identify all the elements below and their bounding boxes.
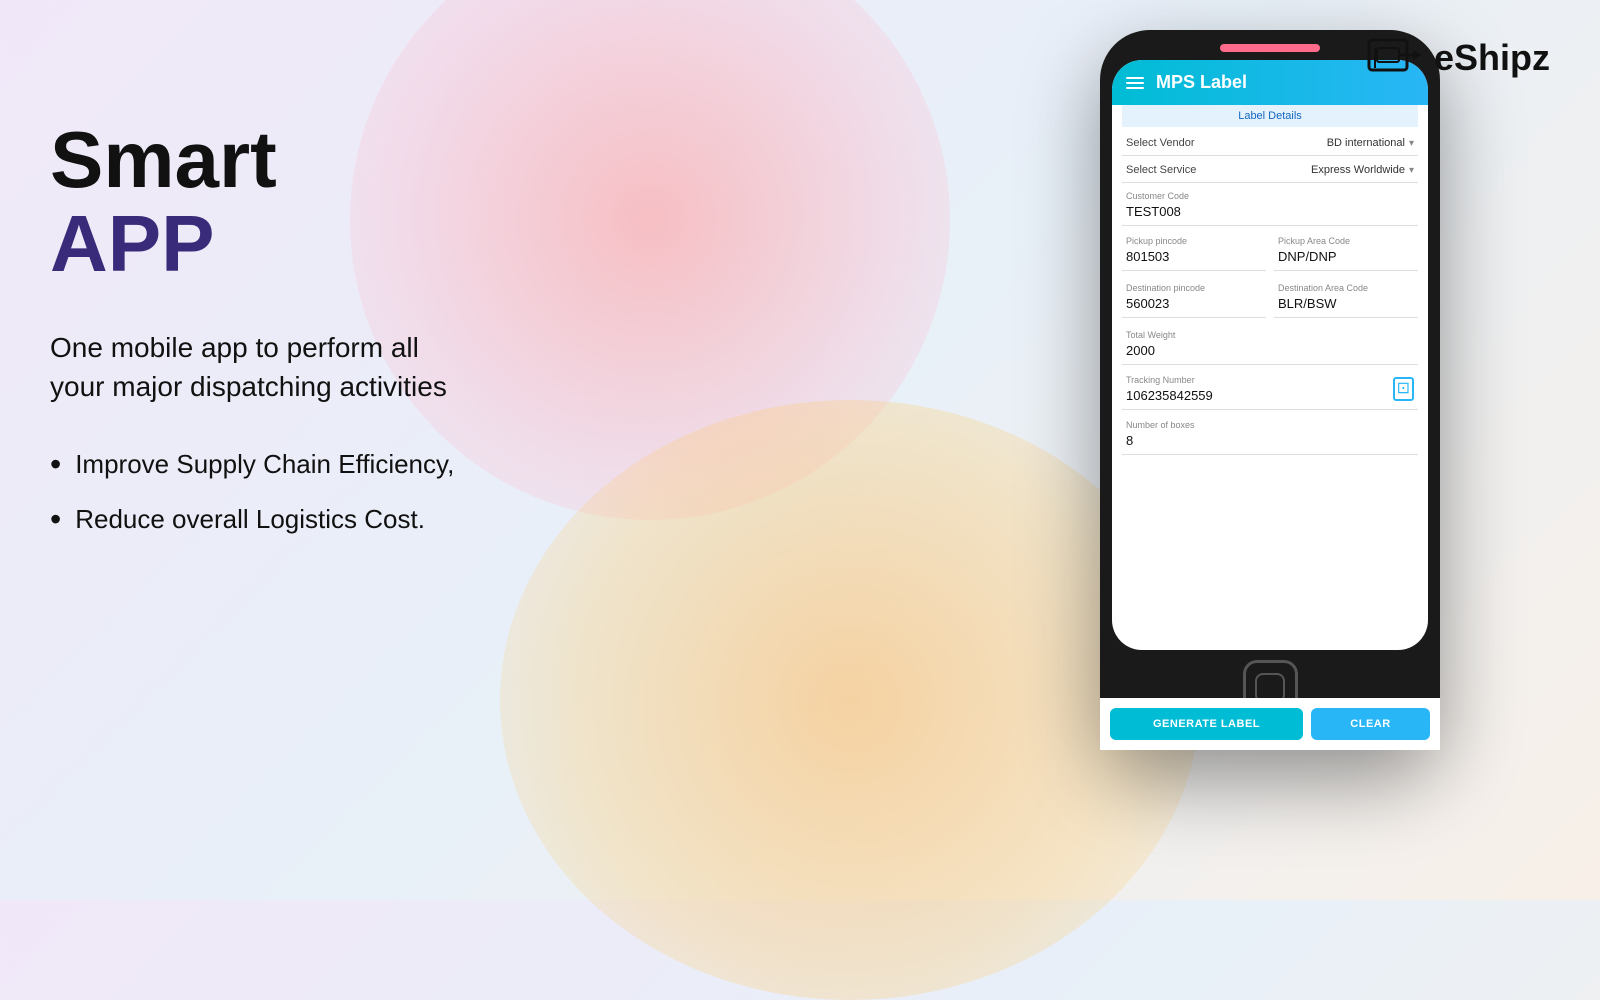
destination-pincode-field[interactable]: Destination pincode 560023 <box>1122 277 1266 318</box>
bullet-list: Improve Supply Chain Efficiency, Reduce … <box>50 446 650 538</box>
tracking-number-field[interactable]: Tracking Number 106235842559 ⊡ <box>1122 369 1418 410</box>
headline-smart: Smart <box>50 120 650 200</box>
customer-code-label: Customer Code <box>1126 191 1414 201</box>
eshipz-logo-icon <box>1367 30 1422 85</box>
tracking-number-label: Tracking Number <box>1126 375 1414 385</box>
destination-row: Destination pincode 560023 Destination A… <box>1122 277 1418 322</box>
pickup-pincode-value: 801503 <box>1126 249 1169 264</box>
phone-screen: MPS Label Label Details Select Vendor BD… <box>1112 60 1428 650</box>
scan-icon[interactable]: ⊡ <box>1393 377 1414 401</box>
number-of-boxes-value: 8 <box>1126 433 1133 448</box>
select-vendor-row[interactable]: Select Vendor BD international ▾ <box>1122 131 1418 156</box>
number-of-boxes-field[interactable]: Number of boxes 8 <box>1122 414 1418 455</box>
total-weight-value: 2000 <box>1126 343 1155 358</box>
select-service-label: Select Service <box>1126 164 1196 176</box>
service-dropdown-arrow: ▾ <box>1409 165 1414 176</box>
headline-app: APP <box>50 200 650 288</box>
vendor-dropdown-arrow: ▾ <box>1409 138 1414 149</box>
pickup-area-code-field[interactable]: Pickup Area Code DNP/DNP <box>1274 230 1418 271</box>
logo-text: eShipz <box>1434 37 1550 79</box>
customer-code-field[interactable]: Customer Code TEST008 <box>1122 185 1418 226</box>
total-weight-label: Total Weight <box>1126 330 1414 340</box>
destination-area-code-label: Destination Area Code <box>1278 283 1414 293</box>
bullet-item-1: Improve Supply Chain Efficiency, <box>50 446 650 483</box>
form-area: Label Details Select Vendor BD internati… <box>1112 105 1428 649</box>
pickup-row: Pickup pincode 801503 Pickup Area Code D… <box>1122 230 1418 275</box>
app-title: MPS Label <box>1156 72 1247 93</box>
destination-area-code-field[interactable]: Destination Area Code BLR/BSW <box>1274 277 1418 318</box>
select-vendor-value: BD international ▾ <box>1327 137 1414 149</box>
hamburger-icon[interactable] <box>1126 77 1144 89</box>
pickup-area-code-value: DNP/DNP <box>1278 249 1337 264</box>
customer-code-value: TEST008 <box>1126 204 1181 219</box>
bullet-item-2: Reduce overall Logistics Cost. <box>50 501 650 538</box>
phone-mockup: MPS Label Label Details Select Vendor BD… <box>1100 30 1440 750</box>
section-header: Label Details <box>1122 105 1418 127</box>
select-service-value: Express Worldwide ▾ <box>1311 164 1414 176</box>
destination-pincode-value: 560023 <box>1126 296 1169 311</box>
phone-notch <box>1220 44 1320 52</box>
left-section: Smart APP One mobile app to perform ally… <box>50 120 650 556</box>
pickup-pincode-field[interactable]: Pickup pincode 801503 <box>1122 230 1266 271</box>
pickup-pincode-label: Pickup pincode <box>1126 236 1262 246</box>
phone-outer: MPS Label Label Details Select Vendor BD… <box>1100 30 1440 750</box>
number-of-boxes-label: Number of boxes <box>1126 420 1414 430</box>
tracking-number-value: 106235842559 <box>1126 388 1213 403</box>
total-weight-field[interactable]: Total Weight 2000 <box>1122 324 1418 365</box>
pickup-area-code-label: Pickup Area Code <box>1278 236 1414 246</box>
destination-area-code-value: BLR/BSW <box>1278 296 1337 311</box>
destination-pincode-label: Destination pincode <box>1126 283 1262 293</box>
select-vendor-label: Select Vendor <box>1126 137 1195 149</box>
logo-area: eShipz <box>1367 30 1550 85</box>
subtitle: One mobile app to perform allyour major … <box>50 328 650 406</box>
select-service-row[interactable]: Select Service Express Worldwide ▾ <box>1122 158 1418 183</box>
